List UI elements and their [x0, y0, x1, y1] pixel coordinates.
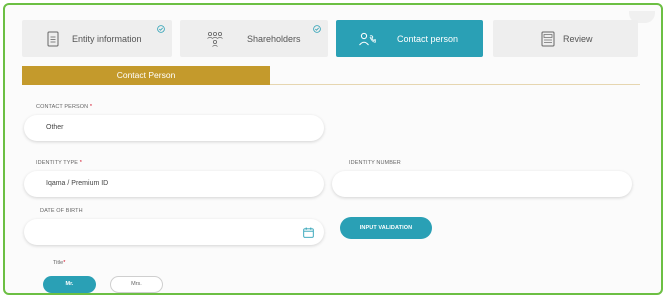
contact-person-icon	[359, 32, 376, 46]
completed-check-icon	[157, 25, 165, 33]
identity-type-select[interactable]: Iqama / Premium ID	[24, 171, 324, 197]
contact-person-label: CONTACT PERSON *	[36, 104, 93, 110]
input-validation-button[interactable]: INPUT VALIDATION	[340, 217, 432, 239]
step-entity-information[interactable]: Entity information	[22, 20, 172, 57]
identity-number-label: IDENTITY NUMBER	[349, 160, 401, 166]
required-mark: *	[63, 260, 66, 266]
step-shareholders[interactable]: Shareholders	[180, 20, 328, 57]
contact-person-value: Other	[46, 124, 64, 131]
step-contact-person[interactable]: Contact person	[336, 20, 483, 57]
calendar-icon[interactable]	[303, 227, 314, 238]
document-icon	[47, 31, 59, 47]
section-title-tab: Contact Person	[22, 66, 270, 85]
title-label: Title*	[53, 260, 66, 266]
completed-check-icon	[313, 25, 321, 33]
section-divider	[270, 84, 640, 85]
identity-type-label: IDENTITY TYPE *	[36, 160, 82, 166]
step-label: Contact person	[397, 34, 459, 44]
required-mark: *	[89, 104, 93, 110]
date-of-birth-input[interactable]	[24, 219, 324, 245]
review-icon	[541, 31, 555, 47]
people-icon	[207, 32, 223, 47]
step-review[interactable]: Review	[493, 20, 638, 57]
title-option-mrs[interactable]: Mrs.	[110, 276, 163, 293]
contact-person-select[interactable]: Other	[24, 115, 324, 141]
title-option-mr[interactable]: Mr.	[43, 276, 96, 293]
identity-type-value: Iqama / Premium ID	[46, 180, 109, 187]
wizard-steps: Entity information Shareholders Contact …	[20, 20, 638, 57]
date-of-birth-label: DATE OF BIRTH	[40, 208, 83, 214]
step-label: Entity information	[72, 34, 142, 44]
identity-number-input[interactable]	[332, 171, 632, 197]
step-label: Review	[563, 34, 593, 44]
step-label: Shareholders	[247, 34, 301, 44]
required-mark: *	[79, 160, 82, 166]
